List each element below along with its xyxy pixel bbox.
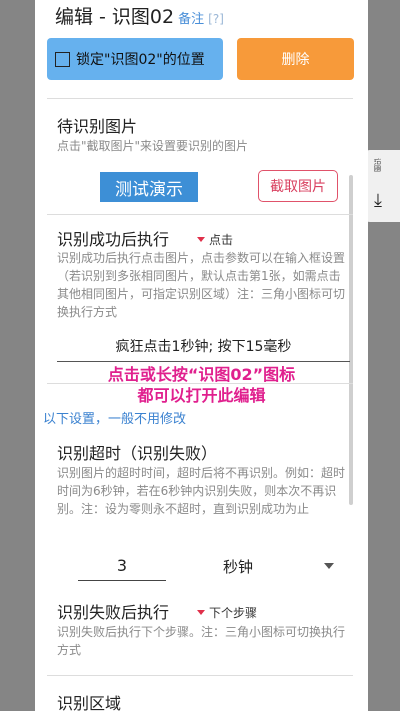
fail-mode-value: 下个步骤: [209, 606, 258, 620]
timeout-input[interactable]: 3: [78, 552, 166, 581]
triangle-down-icon: [197, 237, 205, 242]
edit-dialog: 编辑 - 识图02 备注 [?] 锁定"识图02"的位置 删除 待识别图片 点击…: [35, 0, 368, 711]
open-editor-hint: 点击或长按“识图02”图标 都可以打开此编辑: [35, 364, 368, 406]
remark-link[interactable]: 备注: [178, 8, 204, 27]
chevron-down-icon: [324, 563, 334, 569]
hint-line-1: 点击或长按“识图02”图标: [107, 365, 296, 384]
divider: [47, 98, 353, 99]
divider: [47, 214, 353, 215]
success-section-desc: 识别成功后执行点击图片，点击参数可以在输入框设置（若识别到多张相同图片，默认点击…: [57, 251, 346, 319]
dialog-title: 编辑 - 识图02: [55, 6, 175, 28]
divider: [47, 675, 353, 676]
timeout-unit-select[interactable]: 秒钟: [223, 552, 338, 580]
dialog-header: 编辑 - 识图02 备注 [?]: [55, 2, 224, 32]
delete-button[interactable]: 删除: [237, 38, 354, 80]
timeout-section-title: 识别超时（识别失败）: [57, 444, 218, 463]
hint-line-2: 都可以打开此编辑: [137, 386, 266, 405]
image-section-desc: 点击"截取图片"来设置要识别的图片: [57, 139, 249, 153]
fail-section-desc: 识别失败后执行下个步骤。注：三角小图标可切换执行方式: [57, 625, 346, 657]
advanced-settings-label: 以下设置，一般不用修改: [43, 412, 187, 427]
success-mode-dropdown[interactable]: 点击: [197, 231, 233, 248]
click-param-input[interactable]: 疯狂点击1秒钟; 按下15毫秒: [57, 333, 350, 362]
fail-mode-dropdown[interactable]: 下个步骤: [197, 604, 257, 621]
floating-side-widget[interactable]: 识图 ⤓: [364, 150, 400, 222]
side-widget-label: 识图: [373, 158, 381, 172]
timeout-section-desc: 识别图片的超时时间，超时后将不再识别。例如：超时时间为6秒钟，若在6秒钟内识别失…: [57, 466, 346, 516]
lock-position-button[interactable]: 锁定"识图02"的位置: [47, 38, 223, 80]
lock-checkbox[interactable]: [55, 51, 70, 67]
download-arrow-icon: ⤓: [374, 190, 382, 211]
region-section-title: 识别区域: [57, 694, 122, 711]
demo-button[interactable]: 测试演示: [100, 172, 198, 202]
divider: [47, 383, 353, 384]
help-link[interactable]: [?]: [208, 12, 224, 26]
success-mode-value: 点击: [209, 233, 234, 247]
capture-image-button[interactable]: 截取图片: [258, 170, 338, 202]
success-section-title: 识别成功后执行: [57, 230, 170, 249]
triangle-down-icon: [197, 610, 205, 615]
lock-position-label: 锁定"识图02"的位置: [76, 52, 205, 68]
timeout-unit-value: 秒钟: [223, 557, 254, 576]
fail-section-title: 识别失败后执行: [57, 603, 170, 622]
image-section-title: 待识别图片: [57, 117, 138, 136]
